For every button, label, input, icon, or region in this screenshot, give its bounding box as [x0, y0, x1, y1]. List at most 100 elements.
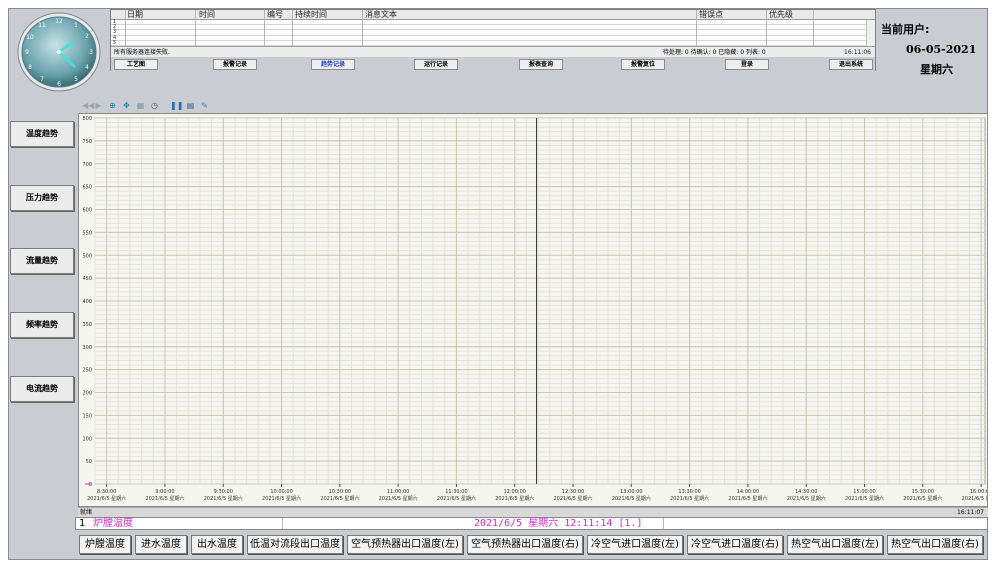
- x-tick-date-label: 2021/6/5 星期六: [728, 495, 767, 502]
- svg-text:12: 12: [55, 18, 63, 25]
- series-button-air-preheater-right[interactable]: 空气预热器出口温度(右): [467, 535, 583, 554]
- x-tick-date-label: 2021/6/5 星期六: [670, 495, 709, 502]
- x-tick-label: 12:00:00: [504, 489, 526, 495]
- series-buttons: 炉膛温度 进水温度 出水温度 低温对流段出口温度 空气预热器出口温度(左) 空气…: [75, 533, 988, 557]
- series-button-hot-air-right[interactable]: 热空气出口温度(右): [887, 535, 983, 554]
- y-tick-label: 500: [82, 253, 92, 259]
- zoom-out-icon[interactable]: ▦: [136, 101, 145, 110]
- series-button-cold-air-right[interactable]: 冷空气进口温度(右): [687, 535, 783, 554]
- trend-chart-canvas[interactable]: 0 50 100 150 200 250 300 350 400 450 500 550 600 650 7…: [79, 114, 987, 506]
- x-tick-label: 13:00:00: [620, 489, 642, 495]
- y-tick-label: 350: [82, 322, 92, 328]
- current-trend-button[interactable]: 电流趋势: [10, 376, 74, 402]
- x-tick-date-label: 2021/6/5 星期六: [787, 495, 826, 502]
- print-icon[interactable]: ▤: [186, 101, 195, 110]
- series-button-cold-air-left[interactable]: 冷空气进口温度(左): [587, 535, 683, 554]
- col-header-time[interactable]: 时间: [199, 10, 215, 20]
- x-tick-date-label: 2021/6/5 星期六: [554, 495, 593, 502]
- analog-clock-icon: 12 1 2 3 4 5 6 7 8 9 10 11: [17, 12, 101, 92]
- y-tick-label: 800: [82, 116, 92, 122]
- frequency-trend-button[interactable]: 频率趋势: [10, 312, 74, 338]
- x-tick-label: 9:00:00: [155, 489, 174, 495]
- x-tick-label: 10:00:00: [270, 489, 292, 495]
- series-button-hot-air-left[interactable]: 热空气出口温度(左): [787, 535, 883, 554]
- column-divider: [264, 10, 265, 46]
- col-header-date[interactable]: 日期: [127, 10, 143, 20]
- move-icon[interactable]: ✥: [122, 101, 131, 110]
- col-header-priority[interactable]: 优先级: [769, 10, 793, 20]
- x-tick-date-label: 2021/6/5 星期六: [87, 495, 126, 502]
- x-tick-date-label: 2021/6/5 星期六: [903, 495, 942, 502]
- previous-icon[interactable]: ▶: [94, 101, 103, 110]
- alarm-message-table: 日期 时间 编号 持续时间 消息文本 错误点 优先级 1 2 3 4 5 所有服…: [110, 9, 876, 71]
- ready-status: 就绪: [80, 509, 93, 516]
- flow-trend-button[interactable]: 流量趋势: [10, 248, 74, 274]
- current-date: 06-05-2021: [906, 43, 977, 56]
- y-tick-label: 450: [82, 276, 92, 282]
- y-tick-label: 650: [82, 185, 92, 191]
- x-tick-label: 12:30:00: [562, 489, 584, 495]
- nav-report-query-button[interactable]: 报表查询: [519, 59, 563, 70]
- nav-alarm-log-button[interactable]: 报警记录: [213, 59, 257, 70]
- nav-trend-log-button[interactable]: 趋势记录: [311, 59, 355, 70]
- series-button-low-temp-convection[interactable]: 低温对流段出口温度: [247, 535, 343, 554]
- selected-series-row[interactable]: 1 炉膛温度 2021/6/5 星期六 12:11:14 [1.]: [75, 517, 988, 530]
- x-tick-date-label: 2021/6/5 星期六: [320, 495, 359, 502]
- svg-text:9: 9: [25, 49, 29, 56]
- y-tick-label: 100: [82, 436, 92, 442]
- column-divider: [292, 10, 293, 46]
- y-tick-label: 750: [82, 139, 92, 145]
- x-tick-label: 14:00:00: [737, 489, 759, 495]
- column-divider: [362, 10, 363, 46]
- y-tick-label: 550: [82, 230, 92, 236]
- selected-cursor-time: 2021/6/5 星期六 12:11:14 [1.]: [474, 518, 643, 529]
- pause-icon[interactable]: ❚❚: [170, 101, 183, 110]
- nav-login-button[interactable]: 登录: [725, 59, 769, 70]
- x-tick-label: 11:30:00: [445, 489, 467, 495]
- clock-panel: 12 1 2 3 4 5 6 7 8 9 10 11: [9, 9, 110, 97]
- x-tick-date-label: 2021/6/5 星期六: [962, 495, 987, 502]
- y-tick-label: 700: [82, 162, 92, 168]
- svg-text:6: 6: [57, 81, 61, 88]
- temperature-trend-button[interactable]: 温度趋势: [10, 121, 74, 147]
- alarm-table-header: 日期 时间 编号 持续时间 消息文本 错误点 优先级: [111, 10, 875, 20]
- x-tick-label: 16:00:00: [970, 489, 987, 495]
- trend-chart[interactable]: 0 50 100 150 200 250 300 350 400 450 500 550 600 650 7…: [78, 113, 988, 507]
- nav-run-log-button[interactable]: 运行记录: [414, 59, 458, 70]
- col-header-message[interactable]: 消息文本: [365, 10, 397, 20]
- series-button-air-preheater-left[interactable]: 空气预热器出口温度(左): [347, 535, 463, 554]
- col-header-number[interactable]: 编号: [267, 10, 283, 20]
- pressure-trend-button[interactable]: 压力趋势: [10, 185, 74, 211]
- svg-text:5: 5: [74, 76, 78, 83]
- y-tick-label: 300: [82, 345, 92, 351]
- x-tick-date-label: 2021/6/5 星期六: [495, 495, 534, 502]
- column-divider: [125, 10, 126, 46]
- time-icon[interactable]: ◷: [150, 101, 159, 110]
- first-icon[interactable]: ◀◀: [82, 101, 94, 110]
- series-button-inlet-water-temp[interactable]: 进水温度: [135, 535, 187, 554]
- col-header-error-point[interactable]: 错误点: [699, 10, 723, 20]
- x-tick-date-label: 2021/6/5 星期六: [145, 495, 184, 502]
- series-button-outlet-water-temp[interactable]: 出水温度: [191, 535, 243, 554]
- user-panel: 当前用户: 06-05-2021 星期六: [876, 9, 987, 97]
- nav-exit-button[interactable]: 退出系统: [829, 59, 873, 70]
- svg-text:1: 1: [74, 22, 78, 29]
- col-header-duration[interactable]: 持续时间: [295, 10, 327, 20]
- y-tick-label: 50: [86, 459, 92, 465]
- series-button-furnace-temp[interactable]: 炉膛温度: [79, 535, 131, 554]
- svg-text:7: 7: [40, 76, 44, 83]
- alarm-scrollbar[interactable]: [866, 20, 875, 46]
- nav-alarm-reset-button[interactable]: 报警复位: [621, 59, 665, 70]
- svg-text:3: 3: [89, 49, 93, 56]
- x-tick-label: 14:30:00: [795, 489, 817, 495]
- y-tick-label: 400: [82, 299, 92, 305]
- nav-process-diagram-button[interactable]: 工艺图: [114, 59, 158, 70]
- x-tick-date-label: 2021/6/5 星期六: [437, 495, 476, 502]
- settings-icon[interactable]: ✎: [200, 101, 209, 110]
- x-tick-label: 15:00:00: [853, 489, 875, 495]
- column-divider: [663, 518, 664, 529]
- x-tick-date-label: 2021/6/5 星期六: [845, 495, 884, 502]
- zoom-in-icon[interactable]: ⊕: [108, 101, 117, 110]
- y-tick-label: 250: [82, 368, 92, 374]
- alarm-rows: 1 2 3 4 5: [111, 19, 867, 46]
